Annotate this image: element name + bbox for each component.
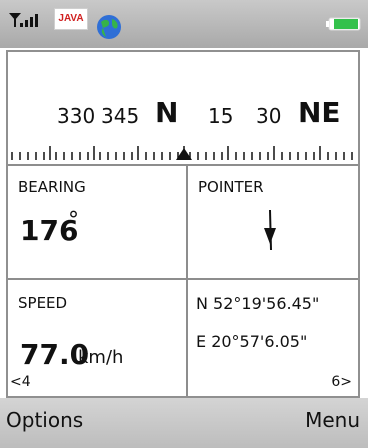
longitude: E 20°57'6.05" (196, 332, 308, 351)
compass-label: 30 (256, 104, 282, 128)
compass-label: 330 (57, 104, 96, 128)
page-right-indicator[interactable]: 6> (331, 374, 352, 390)
compass-label: N (155, 96, 179, 129)
status-bar: JAVA (0, 0, 368, 48)
screen: JAVA 330 345 N 15 30 NE BEARING 176 ° PO… (0, 0, 368, 448)
divider (8, 278, 358, 280)
pointer-label: POINTER (198, 178, 264, 196)
globe-icon (97, 15, 121, 39)
signal-icon (9, 13, 38, 27)
menu-softkey[interactable]: Menu (305, 408, 360, 432)
degree-symbol: ° (68, 208, 79, 233)
compass-label: NE (298, 96, 341, 129)
speed-unit: km/h (78, 347, 124, 368)
pointer-arrow-icon (264, 209, 276, 251)
latitude: N 52°19'56.45" (196, 294, 320, 313)
gps-panel: 330 345 N 15 30 NE BEARING 176 ° POINTER… (6, 50, 360, 398)
page-left-indicator[interactable]: <4 (10, 374, 31, 390)
speed-label: SPEED (18, 294, 68, 312)
battery-icon (326, 17, 361, 31)
divider (8, 164, 358, 166)
bearing-label: BEARING (18, 178, 86, 196)
compass-label: 15 (208, 104, 234, 128)
java-badge: JAVA (54, 8, 88, 30)
options-softkey[interactable]: Options (6, 408, 83, 432)
softkey-bar: Options Menu (0, 398, 368, 448)
compass-label: 345 (101, 104, 140, 128)
compass-ticks (11, 146, 353, 160)
divider (186, 164, 188, 396)
compass-strip: 330 345 N 15 30 NE (8, 52, 358, 164)
